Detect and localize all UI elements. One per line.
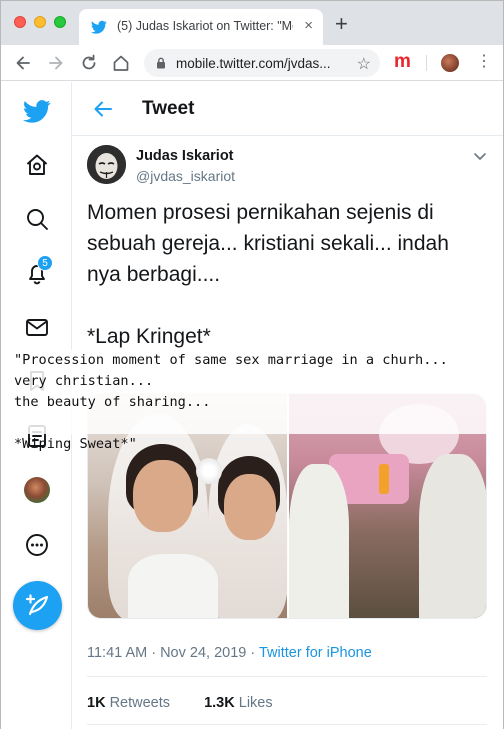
likes-stat[interactable]: 1.3K Likes (204, 695, 273, 711)
menu-kebab-icon[interactable]: ⋮ (476, 52, 492, 72)
tweet-timestamp[interactable]: 11:41 AM · Nov 24, 2019 (87, 645, 246, 661)
mask-face-icon (87, 145, 126, 184)
author-handle[interactable]: @jvdas_iskariot (136, 168, 235, 184)
translation-overlay: "Procession moment of same sex marriage … (1, 350, 503, 452)
retweets-count: 1K (87, 695, 106, 711)
divider (87, 724, 487, 725)
browser-tab[interactable]: (5) Judas Iskariot on Twitter: "Mo × (79, 9, 323, 45)
messages-envelope-icon[interactable] (23, 313, 51, 341)
photo-bottle (379, 464, 389, 494)
back-arrow-icon[interactable] (92, 98, 114, 120)
browser-toolbar: mobile.twitter.com/jvdas... ☆ m ⋮ (1, 45, 503, 81)
more-options-icon[interactable] (23, 531, 51, 559)
maximize-window-button[interactable] (54, 16, 66, 28)
photo-flower (196, 458, 222, 484)
author-name[interactable]: Judas Iskariot (136, 148, 234, 164)
page-title: Tweet (142, 98, 195, 119)
likes-label: Likes (238, 695, 273, 711)
chevron-down-icon[interactable] (472, 148, 488, 164)
new-tab-button[interactable]: + (335, 13, 348, 35)
tab-strip: (5) Judas Iskariot on Twitter: "Mo × + (1, 1, 503, 45)
lock-icon (157, 57, 165, 69)
home-icon[interactable] (23, 151, 51, 179)
twitter-logo-icon[interactable] (23, 97, 51, 125)
bookmark-star-icon[interactable]: ☆ (357, 54, 371, 74)
reload-icon[interactable] (79, 53, 99, 73)
home-icon[interactable] (111, 53, 131, 73)
tweet-source-link[interactable]: Twitter for iPhone (259, 645, 372, 661)
feather-plus-icon (25, 594, 49, 616)
retweets-label: Retweets (109, 695, 171, 711)
search-icon[interactable] (23, 205, 51, 233)
likes-count: 1.3K (204, 695, 235, 711)
photo-dress (419, 454, 486, 618)
notification-count-badge: 5 (37, 255, 53, 271)
photo-dress (289, 464, 349, 618)
profile-avatar[interactable] (24, 477, 50, 503)
tweet-stats: 1K Retweets 1.3K Likes (87, 695, 273, 711)
compose-tweet-button[interactable] (13, 581, 62, 630)
extension-m-icon[interactable]: m (394, 52, 411, 72)
url-text: mobile.twitter.com/jvdas... (176, 56, 331, 71)
author-avatar[interactable] (87, 145, 126, 184)
photo-face (224, 474, 276, 540)
twitter-bird-icon (91, 20, 107, 34)
tweet-header: Tweet (72, 82, 503, 136)
tweet-text: Momen prosesi pernikahan sejenis di sebu… (87, 201, 449, 348)
toolbar-divider (426, 55, 427, 71)
twitter-page: 5 Tweet Judas Iskariot @jvdas_iskariot M… (1, 82, 503, 729)
minimize-window-button[interactable] (34, 16, 46, 28)
tweet-meta: 11:41 AM · Nov 24, 2019 · Twitter for iP… (87, 645, 372, 661)
meta-separator: · (246, 645, 259, 661)
tab-title: (5) Judas Iskariot on Twitter: "Mo (117, 19, 293, 33)
forward-arrow-icon[interactable] (46, 53, 66, 73)
back-arrow-icon[interactable] (13, 53, 33, 73)
profile-avatar-icon[interactable] (441, 54, 459, 72)
browser-window: (5) Judas Iskariot on Twitter: "Mo × + m… (0, 0, 504, 729)
divider (87, 676, 487, 677)
translation-text: "Procession moment of same sex marriage … (14, 352, 448, 452)
photo-face (133, 460, 193, 532)
photo-dress (128, 554, 218, 618)
close-window-button[interactable] (14, 16, 26, 28)
address-bar[interactable]: mobile.twitter.com/jvdas... ☆ (144, 49, 380, 77)
retweets-stat[interactable]: 1K Retweets (87, 695, 170, 711)
tab-close-icon[interactable]: × (304, 18, 313, 34)
